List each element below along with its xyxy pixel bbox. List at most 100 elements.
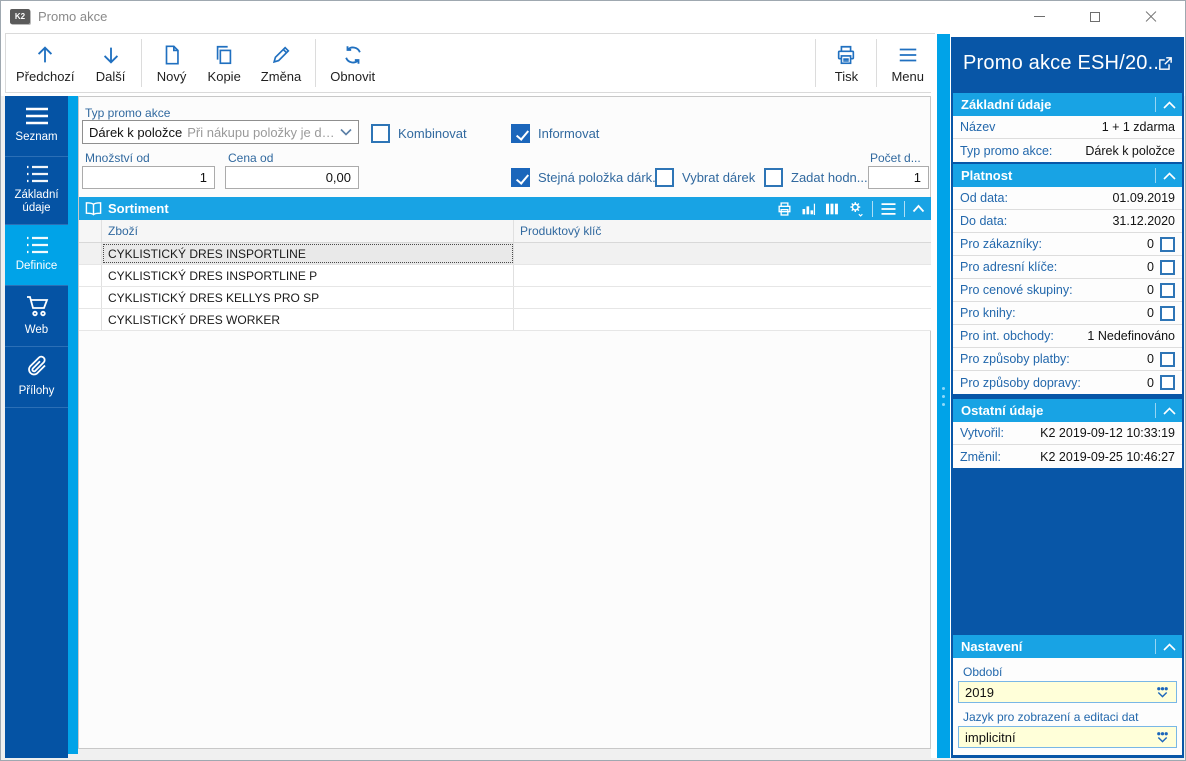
toolbar-separator bbox=[815, 39, 816, 87]
gift-count-input[interactable]: 1 bbox=[868, 166, 929, 189]
same-item-checkbox[interactable] bbox=[511, 168, 530, 187]
period-dropdown[interactable]: 2019 bbox=[958, 681, 1177, 703]
panel-title: Promo akce ESH/20... bbox=[963, 52, 1157, 75]
cell-produktovy-klic[interactable] bbox=[514, 243, 931, 264]
printer-icon[interactable] bbox=[776, 201, 793, 217]
book-icon bbox=[85, 201, 102, 216]
cell-zbozi[interactable]: CYKLISTICKÝ DRES INSPORTLINE bbox=[102, 243, 514, 264]
language-dropdown[interactable]: implicitní bbox=[958, 726, 1177, 748]
previous-button-label: Předchozí bbox=[16, 69, 75, 84]
cell-zbozi[interactable]: CYKLISTICKÝ DRES INSPORTLINE P bbox=[102, 265, 514, 286]
cell-produktovy-klic[interactable] bbox=[514, 287, 931, 308]
sidebar-item-zakladni-udaje[interactable]: Základní údaje bbox=[5, 157, 68, 225]
promo-type-hint: Při nákupu položky je dár... bbox=[187, 125, 336, 140]
section-header: Ostatní údaje bbox=[953, 399, 1182, 422]
sidebar-item-definice[interactable]: Definice bbox=[5, 225, 68, 286]
row-checkbox[interactable] bbox=[1160, 283, 1175, 298]
section-header: Základní údaje bbox=[953, 93, 1182, 116]
chart-icon[interactable] bbox=[800, 201, 817, 217]
row-checkbox[interactable] bbox=[1160, 237, 1175, 252]
promo-type-dropdown[interactable]: Dárek k položce Při nákupu položky je dá… bbox=[82, 120, 359, 144]
row-label: Pro adresní klíče: bbox=[960, 260, 1147, 274]
open-in-window-icon[interactable] bbox=[1157, 55, 1174, 72]
chevron-up-icon[interactable] bbox=[1156, 407, 1182, 415]
arrow-up-icon bbox=[34, 42, 56, 66]
sidebar-item-web[interactable]: Web bbox=[5, 286, 68, 347]
chevron-up-icon[interactable] bbox=[912, 204, 925, 213]
next-button[interactable]: Další bbox=[85, 36, 137, 90]
cell-zbozi[interactable]: CYKLISTICKÝ DRES WORKER bbox=[102, 309, 514, 330]
print-button[interactable]: Tisk bbox=[820, 36, 872, 90]
main-content: Typ promo akce Dárek k položce Při nákup… bbox=[78, 96, 931, 749]
section-header: Nastavení bbox=[953, 635, 1182, 658]
sidebar-item-seznam[interactable]: Seznam bbox=[5, 96, 68, 157]
panel-splitter[interactable] bbox=[937, 34, 950, 758]
cell-zbozi[interactable]: CYKLISTICKÝ DRES KELLYS PRO SP bbox=[102, 287, 514, 308]
row-value: 1 Nedefinováno bbox=[1087, 329, 1175, 343]
splitter-zone bbox=[931, 34, 951, 758]
menu-icon[interactable] bbox=[880, 202, 897, 216]
printer-icon bbox=[834, 42, 858, 66]
chevron-up-icon[interactable] bbox=[1156, 101, 1182, 109]
sortiment-header: Sortiment bbox=[79, 197, 931, 220]
close-button[interactable] bbox=[1123, 1, 1179, 32]
sidebar-accent-stripe bbox=[68, 96, 78, 754]
kombinovat-checkbox[interactable] bbox=[371, 124, 390, 143]
kombinovat-field: Kombinovat bbox=[371, 124, 467, 143]
row-label: Změnil: bbox=[960, 450, 1040, 464]
row-checkbox[interactable] bbox=[1160, 260, 1175, 275]
info-row: Pro cenové skupiny: 0 bbox=[953, 279, 1182, 302]
cell-produktovy-klic[interactable] bbox=[514, 265, 931, 286]
choose-gift-checkbox[interactable] bbox=[655, 168, 674, 187]
informovat-checkbox[interactable] bbox=[511, 124, 530, 143]
enter-value-checkbox[interactable] bbox=[764, 168, 783, 187]
quantity-from-input[interactable]: 1 bbox=[82, 166, 215, 189]
maximize-icon bbox=[1090, 12, 1100, 22]
new-button[interactable]: Nový bbox=[146, 36, 198, 90]
row-value: Dárek k položce bbox=[1085, 144, 1175, 158]
info-row: Pro knihy: 0 bbox=[953, 302, 1182, 325]
section-title: Platnost bbox=[961, 168, 1155, 183]
info-row: Pro adresní klíče: 0 bbox=[953, 256, 1182, 279]
column-header-zbozi[interactable]: Zboží bbox=[102, 220, 514, 242]
row-checkbox[interactable] bbox=[1160, 375, 1175, 390]
toolbar-separator bbox=[876, 39, 877, 87]
price-from-input[interactable]: 0,00 bbox=[225, 166, 359, 189]
panel-header: Promo akce ESH/20... bbox=[951, 37, 1184, 89]
columns-icon[interactable] bbox=[824, 201, 840, 217]
row-checkbox[interactable] bbox=[1160, 306, 1175, 321]
section-zakladni-udaje: Základní údaje Název 1 + 1 zdarma Typ pr… bbox=[953, 93, 1182, 162]
chevron-up-icon[interactable] bbox=[1156, 643, 1182, 651]
info-row: Typ promo akce: Dárek k položce bbox=[953, 139, 1182, 162]
table-row[interactable]: CYKLISTICKÝ DRES WORKER bbox=[79, 309, 931, 331]
previous-button[interactable]: Předchozí bbox=[6, 36, 85, 90]
chevron-up-icon[interactable] bbox=[1156, 172, 1182, 180]
dropdown-select-icon bbox=[1155, 731, 1170, 744]
sidebar-item-label: Základní údaje bbox=[7, 189, 66, 215]
informovat-label: Informovat bbox=[538, 126, 599, 141]
table-row[interactable]: CYKLISTICKÝ DRES KELLYS PRO SP bbox=[79, 287, 931, 309]
column-header-produktovy-klic[interactable]: Produktový klíč bbox=[514, 220, 931, 242]
row-label: Do data: bbox=[960, 214, 1112, 228]
copy-button[interactable]: Kopie bbox=[198, 36, 251, 90]
menu-button[interactable]: Menu bbox=[881, 36, 934, 90]
change-button[interactable]: Změna bbox=[251, 36, 311, 90]
cell-produktovy-klic[interactable] bbox=[514, 309, 931, 330]
close-icon bbox=[1145, 11, 1157, 23]
choose-gift-label: Vybrat dárek bbox=[682, 170, 755, 185]
gear-icon[interactable] bbox=[847, 200, 865, 217]
row-value: 01.09.2019 bbox=[1112, 191, 1175, 205]
refresh-button[interactable]: Obnovit bbox=[320, 36, 385, 90]
row-indicator bbox=[79, 287, 102, 308]
maximize-button[interactable] bbox=[1067, 1, 1123, 32]
table-row[interactable]: CYKLISTICKÝ DRES INSPORTLINE bbox=[79, 243, 931, 265]
table-row[interactable]: CYKLISTICKÝ DRES INSPORTLINE P bbox=[79, 265, 931, 287]
sidebar-item-prilohy[interactable]: Přílohy bbox=[5, 347, 68, 408]
row-label: Pro zákazníky: bbox=[960, 237, 1147, 251]
chevron-down-icon bbox=[340, 128, 352, 136]
section-ostatni-udaje: Ostatní údaje Vytvořil: K2 2019-09-12 10… bbox=[953, 399, 1182, 468]
minimize-button[interactable] bbox=[1011, 1, 1067, 32]
menu-icon bbox=[896, 42, 920, 66]
section-title: Základní údaje bbox=[961, 97, 1155, 112]
row-checkbox[interactable] bbox=[1160, 352, 1175, 367]
